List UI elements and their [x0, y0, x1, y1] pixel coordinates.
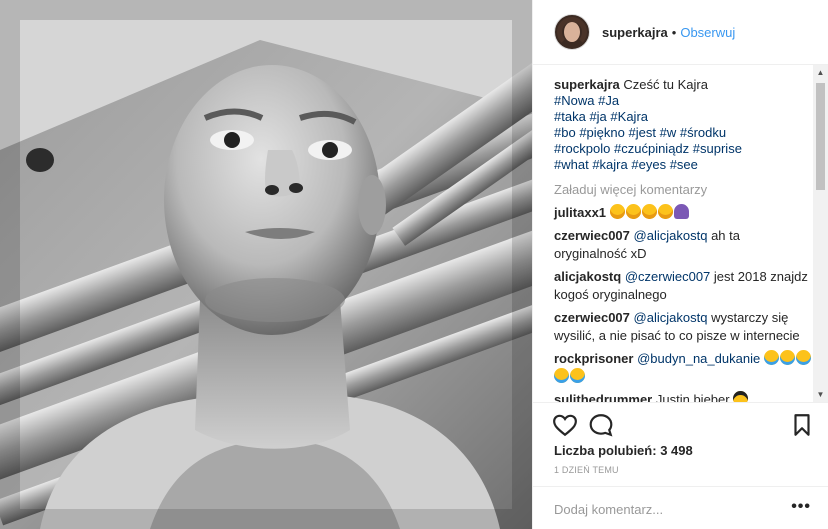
- comment-username[interactable]: julitaxx1: [554, 205, 606, 220]
- add-comment-input[interactable]: [554, 499, 784, 519]
- avatar[interactable]: [554, 14, 590, 50]
- comment-item: sulithedrummer Justin bieber: [554, 391, 816, 402]
- comments-scroll-area[interactable]: superkajra Cześć tu Kajra #Nowa #Ja #taka…: [554, 77, 816, 402]
- comment-mention-link[interactable]: @alicjakostq: [634, 310, 708, 325]
- hashtag-link[interactable]: #rockpolo: [554, 141, 610, 156]
- hashtag-line: #taka #ja #Kajra: [554, 109, 816, 125]
- hashtag-link[interactable]: #kajra: [592, 157, 627, 172]
- hashtag-link[interactable]: #środku: [680, 125, 726, 140]
- instagram-post: superkajra • Obserwuj superkajra Cześć t…: [0, 0, 828, 529]
- likes-count[interactable]: Liczba polubień: 3 498: [554, 443, 693, 458]
- hashtag-link[interactable]: #ja: [589, 109, 606, 124]
- caption-hashtags: #Nowa #Ja #taka #ja #Kajra #bo #piękno #je…: [554, 93, 816, 173]
- hashtag-link[interactable]: #eyes: [631, 157, 666, 172]
- hashtag-line: #bo #piękno #jest #w #środku: [554, 125, 816, 141]
- laugh-emoji-icon: [795, 350, 811, 365]
- cool-emoji-icon: [733, 391, 749, 402]
- hashtag-link[interactable]: #Ja: [598, 93, 619, 108]
- hashtag-link[interactable]: #w: [660, 125, 677, 140]
- laugh-emoji-icon: [570, 368, 585, 383]
- comment-item: czerwiec007 @alicjakostq ah ta oryginaln…: [554, 227, 816, 263]
- hashtag-link[interactable]: #what: [554, 157, 589, 172]
- scroll-up-arrow-icon[interactable]: ▲: [813, 65, 828, 80]
- hashtag-link[interactable]: #piękno: [579, 125, 625, 140]
- comment-list: julitaxx1 czerwiec007 @alicjakostq ah ta…: [554, 204, 816, 402]
- post-photo-image: [0, 0, 532, 529]
- person-emoji-icon: [673, 204, 689, 219]
- comment-mention-link[interactable]: @czerwiec007: [625, 269, 710, 284]
- post-header: superkajra • Obserwuj: [533, 0, 828, 65]
- caption-text: Cześć tu Kajra: [623, 77, 708, 92]
- bookmark-icon[interactable]: [789, 412, 815, 438]
- comment-text: Justin bieber: [655, 392, 730, 402]
- scream-emoji-icon: [625, 204, 641, 219]
- scream-emoji-icon: [657, 204, 673, 219]
- comment-username[interactable]: alicjakostq: [554, 269, 621, 284]
- more-options-icon[interactable]: •••: [791, 498, 811, 516]
- hashtag-link[interactable]: #bo: [554, 125, 576, 140]
- post-sidebar: superkajra • Obserwuj superkajra Cześć t…: [532, 0, 828, 529]
- caption-username[interactable]: superkajra: [554, 77, 620, 92]
- comment-item: julitaxx1: [554, 204, 816, 222]
- post-photo[interactable]: [0, 0, 532, 529]
- hashtag-line: #Nowa #Ja: [554, 93, 816, 109]
- comment-bubble-icon[interactable]: [588, 412, 614, 438]
- comment-username[interactable]: rockprisoner: [554, 351, 633, 366]
- laugh-emoji-icon: [763, 350, 779, 365]
- comment-item: alicjakostq @czerwiec007 jest 2018 znajd…: [554, 268, 816, 304]
- hashtag-line: #rockpolo #czućpiniądz #suprise: [554, 141, 816, 157]
- hashtag-line: #what #kajra #eyes #see: [554, 157, 816, 173]
- hashtag-link[interactable]: #jest: [629, 125, 656, 140]
- hashtag-link[interactable]: #Nowa: [554, 93, 594, 108]
- comment-mention-link[interactable]: @budyn_na_dukanie: [637, 351, 760, 366]
- comment-username[interactable]: czerwiec007: [554, 310, 630, 325]
- likes-label: Liczba polubień:: [554, 443, 657, 458]
- scrollbar-thumb[interactable]: [816, 83, 825, 190]
- comments-scrollbar[interactable]: ▲ ▼: [813, 65, 828, 402]
- comments-section: superkajra Cześć tu Kajra #Nowa #Ja #taka…: [533, 65, 828, 402]
- hashtag-link[interactable]: #taka: [554, 109, 586, 124]
- scream-emoji-icon: [641, 204, 657, 219]
- follow-button[interactable]: Obserwuj: [680, 25, 735, 40]
- load-more-comments-link[interactable]: Załaduj więcej komentarzy: [554, 182, 816, 197]
- hashtag-link[interactable]: #czućpiniądz: [614, 141, 689, 156]
- heart-icon[interactable]: [552, 412, 578, 438]
- comment-item: rockprisoner @budyn_na_dukanie: [554, 350, 816, 386]
- comment-item: czerwiec007 @alicjakostq wystarczy się w…: [554, 309, 816, 345]
- post-timestamp[interactable]: 1 DZIEŃ TEMU: [554, 465, 619, 475]
- hashtag-link[interactable]: #Kajra: [610, 109, 648, 124]
- action-bar: [533, 402, 828, 442]
- caption: superkajra Cześć tu Kajra: [554, 77, 816, 93]
- hashtag-link[interactable]: #suprise: [693, 141, 742, 156]
- laugh-emoji-icon: [779, 350, 795, 365]
- comment-username[interactable]: sulithedrummer: [554, 392, 652, 402]
- hashtag-link[interactable]: #see: [670, 157, 698, 172]
- comment-username[interactable]: czerwiec007: [554, 228, 630, 243]
- laugh-emoji-icon: [554, 368, 569, 383]
- comment-mention-link[interactable]: @alicjakostq: [634, 228, 708, 243]
- header-username[interactable]: superkajra: [602, 25, 668, 40]
- scream-emoji-icon: [609, 204, 625, 219]
- avatar-face: [564, 22, 580, 42]
- add-comment-bar: •••: [533, 486, 828, 529]
- likes-number: 3 498: [660, 443, 693, 458]
- header-separator: •: [671, 24, 677, 40]
- scroll-down-arrow-icon[interactable]: ▼: [813, 387, 828, 402]
